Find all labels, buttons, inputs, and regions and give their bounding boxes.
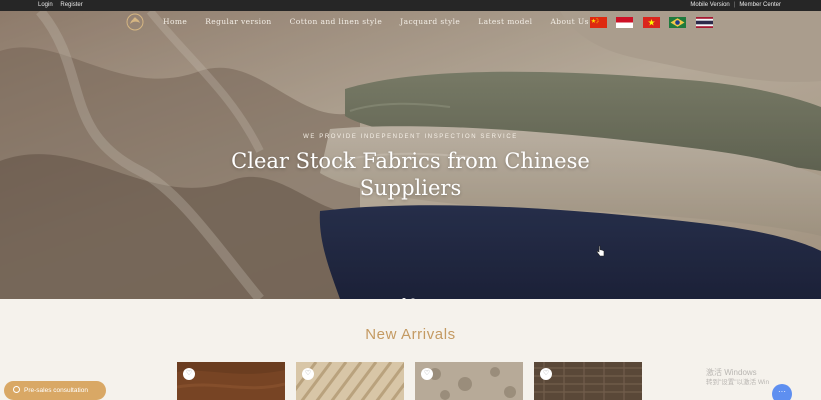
hero-headline: Clear Stock Fabrics from Chinese Supplie… <box>0 148 821 202</box>
watermark-line2: 转到"设置"以激活 Win <box>706 379 770 386</box>
headset-icon <box>13 386 20 393</box>
brazil-flag-icon[interactable] <box>669 17 687 28</box>
indonesia-flag-icon[interactable] <box>616 17 634 28</box>
heart-icon[interactable]: ♡ <box>540 368 552 380</box>
utility-bar: Login Register Mobile Version | Member Cen… <box>0 0 821 11</box>
product-image <box>296 362 404 400</box>
auth-links: Login Register <box>38 0 89 11</box>
chat-label: ··· <box>778 387 786 396</box>
utility-links: Mobile Version | Member Center <box>690 0 781 11</box>
hero-eyebrow: WE PROVIDE INDEPENDENT INSPECTION SERVIC… <box>303 134 518 140</box>
consult-label: Pre-sales consultation <box>24 387 88 394</box>
nav-item-about-us[interactable]: About Us <box>550 17 588 26</box>
nav-item-regular-version[interactable]: Regular version <box>205 17 271 26</box>
nav-item-cotton-linen[interactable]: Cotton and linen style <box>290 17 383 26</box>
carousel-dot-1[interactable] <box>402 298 406 299</box>
carousel-dot-2[interactable] <box>411 298 415 299</box>
watermark-line1: 激活 Windows <box>706 368 757 377</box>
windows-activation-watermark: 激活 Windows 转到"设置"以激活 Win <box>706 368 769 388</box>
section-title: New Arrivals <box>365 326 456 343</box>
chat-icon[interactable]: ··· <box>772 384 792 400</box>
hand-cursor-icon <box>596 245 605 257</box>
product-image <box>177 362 285 400</box>
register-link[interactable]: Register <box>60 2 82 8</box>
page: Login Register Mobile Version | Member Cen… <box>0 0 821 400</box>
pre-sales-consultation-button[interactable]: Pre-sales consultation <box>4 381 106 400</box>
main-nav: Home Regular version Cotton and linen styl… <box>0 11 821 35</box>
hero-banner: WE PROVIDE INDEPENDENT INSPECTION SERVIC… <box>0 11 821 299</box>
nav-item-home[interactable]: Home <box>163 17 187 26</box>
product-card[interactable]: ♡ <box>177 362 285 400</box>
thailand-flag-icon[interactable] <box>695 17 713 28</box>
login-link[interactable]: Login <box>38 2 53 8</box>
china-flag-icon[interactable] <box>590 17 607 28</box>
product-image <box>415 362 523 400</box>
hero-headline-line2: Suppliers <box>359 176 462 200</box>
nav-item-latest-model[interactable]: Latest model <box>478 17 532 26</box>
carousel-dots <box>402 289 420 299</box>
hero-headline-line1: Clear Stock Fabrics from Chinese <box>231 149 590 173</box>
language-flags <box>590 17 718 28</box>
member-center-link[interactable]: Member Center <box>739 2 781 8</box>
product-card[interactable]: ♡ <box>296 362 404 400</box>
heart-icon[interactable]: ♡ <box>183 368 195 380</box>
product-image <box>534 362 642 400</box>
nav-item-jacquard[interactable]: Jacquard style <box>400 17 460 26</box>
utility-separator: | <box>733 2 736 8</box>
mobile-version-link[interactable]: Mobile Version <box>690 2 729 8</box>
product-card[interactable]: ♡ <box>415 362 523 400</box>
heart-icon[interactable]: ♡ <box>302 368 314 380</box>
vietnam-flag-icon[interactable] <box>642 17 660 28</box>
nav-menu: Home Regular version Cotton and linen styl… <box>163 17 607 26</box>
brand-logo[interactable] <box>124 11 146 33</box>
product-card[interactable]: ♡ <box>534 362 642 400</box>
heart-icon[interactable]: ♡ <box>421 368 433 380</box>
